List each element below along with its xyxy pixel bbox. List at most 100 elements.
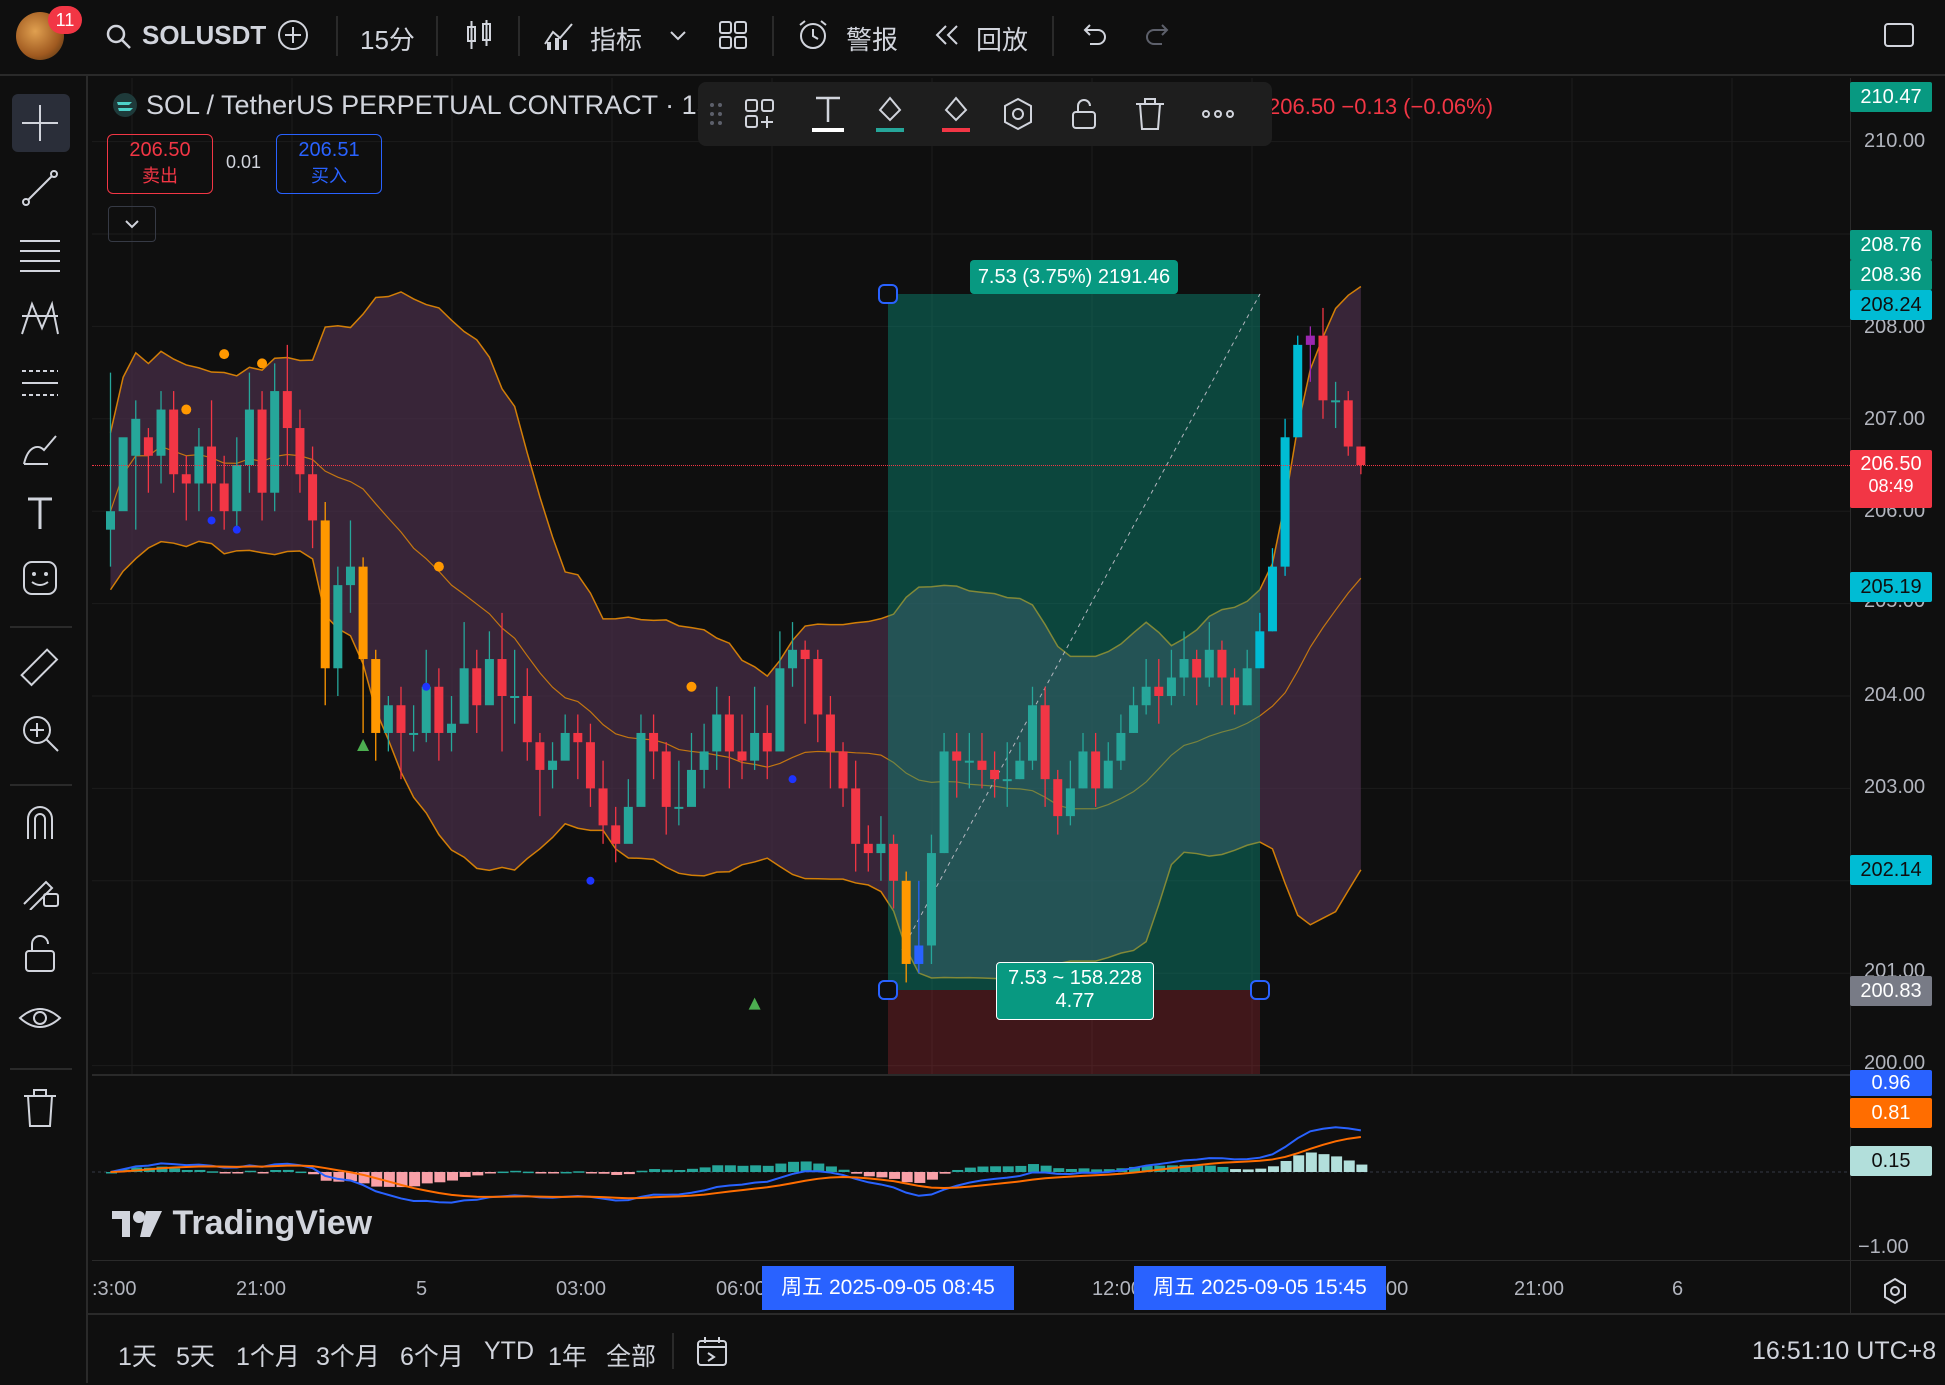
candle-body bbox=[459, 668, 469, 724]
clock[interactable]: 16:51:10 UTC+8 bbox=[1752, 1337, 1936, 1366]
prediction-tool-icon[interactable] bbox=[18, 361, 62, 405]
range-button[interactable]: 1年 bbox=[548, 1337, 587, 1373]
lock-icon[interactable] bbox=[1066, 96, 1102, 132]
candle-body bbox=[308, 474, 318, 521]
macd-histogram-bar bbox=[548, 1172, 560, 1174]
eye-icon[interactable] bbox=[18, 996, 62, 1040]
unlock-icon[interactable] bbox=[18, 931, 62, 975]
trend-line-icon[interactable] bbox=[18, 166, 62, 210]
macd-histogram-bar bbox=[484, 1172, 496, 1174]
search-icon[interactable] bbox=[104, 22, 134, 52]
undo-icon[interactable] bbox=[1076, 18, 1110, 52]
redo-icon[interactable] bbox=[1142, 18, 1176, 52]
trash-icon[interactable] bbox=[18, 1086, 62, 1130]
candle-body bbox=[1204, 649, 1214, 678]
price-scale-label: 204.00 bbox=[1864, 684, 1926, 706]
layouts-icon[interactable] bbox=[716, 18, 750, 52]
alarm-clock-icon[interactable] bbox=[796, 18, 830, 52]
macd-histogram-bar bbox=[1331, 1156, 1343, 1172]
range-button[interactable]: 1天 bbox=[118, 1337, 157, 1373]
replay-button[interactable]: 回放 bbox=[976, 20, 1028, 57]
price-change: 206.50 −0.13 (−0.06%) bbox=[1268, 94, 1494, 119]
sell-button[interactable]: 206.50 卖出 bbox=[107, 134, 213, 194]
indicators-icon[interactable] bbox=[542, 18, 576, 52]
templates-icon[interactable] bbox=[742, 96, 778, 132]
candle-body bbox=[623, 806, 633, 844]
pane-separator[interactable] bbox=[92, 1074, 1850, 1076]
interval-button[interactable]: 15分 bbox=[360, 20, 415, 57]
fib-lines-icon[interactable] bbox=[18, 231, 62, 275]
range-button[interactable]: 3个月 bbox=[316, 1337, 380, 1373]
candle-body bbox=[649, 732, 659, 752]
text-tool-icon[interactable] bbox=[18, 491, 62, 535]
candle-body bbox=[535, 742, 545, 770]
candle-body bbox=[522, 696, 532, 743]
macd-histogram-bar bbox=[1230, 1169, 1242, 1172]
candle-type-icon[interactable] bbox=[462, 18, 496, 52]
goto-date-icon[interactable] bbox=[694, 1333, 730, 1369]
macd-histogram-bar bbox=[762, 1165, 774, 1172]
fullscreen-icon[interactable] bbox=[1882, 18, 1916, 52]
ruler-icon[interactable] bbox=[18, 646, 62, 690]
fill-color-loss-icon[interactable] bbox=[936, 92, 976, 136]
candle-body bbox=[1027, 705, 1037, 761]
macd-histogram-bar bbox=[308, 1172, 320, 1175]
candle-body bbox=[788, 649, 798, 669]
macd-histogram-bar bbox=[270, 1169, 282, 1172]
candle-body bbox=[1255, 631, 1265, 669]
emoji-sticker-icon[interactable] bbox=[18, 556, 62, 600]
alert-button[interactable]: 警报 bbox=[846, 20, 898, 57]
macd-histogram-bar bbox=[825, 1166, 837, 1172]
symbol-search-button[interactable]: SOLUSDT bbox=[142, 20, 266, 51]
range-button[interactable]: 全部 bbox=[606, 1337, 656, 1373]
macd-histogram-bar bbox=[876, 1172, 888, 1178]
pattern-icon[interactable] bbox=[18, 296, 62, 340]
indicators-button[interactable]: 指标 bbox=[590, 20, 642, 57]
lock-drawings-icon[interactable] bbox=[18, 866, 62, 910]
add-symbol-icon[interactable] bbox=[276, 18, 310, 52]
candle-body bbox=[1305, 335, 1315, 345]
time-scale-label: 00 bbox=[1386, 1278, 1409, 1300]
chevron-down-icon[interactable] bbox=[664, 18, 692, 52]
macd-histogram-bar bbox=[573, 1171, 585, 1173]
last-price: 206.50 bbox=[1860, 453, 1922, 475]
candle-body bbox=[106, 511, 115, 530]
candle-body bbox=[484, 659, 494, 706]
macd-histogram-bar bbox=[901, 1172, 913, 1183]
drag-handle-icon[interactable] bbox=[708, 100, 724, 128]
delete-icon[interactable] bbox=[1132, 96, 1168, 132]
fill-color-profit-icon[interactable] bbox=[870, 92, 910, 136]
macd-histogram-bar bbox=[1280, 1160, 1292, 1172]
symbol-logo-icon bbox=[113, 93, 137, 117]
magnet-icon[interactable] bbox=[18, 801, 62, 845]
macd-histogram-bar bbox=[1305, 1152, 1317, 1172]
candle-body bbox=[560, 732, 570, 761]
legend-collapse-button[interactable] bbox=[108, 206, 156, 242]
crosshair-icon[interactable] bbox=[18, 101, 62, 145]
brush-icon[interactable] bbox=[18, 426, 62, 470]
zoom-in-icon[interactable] bbox=[18, 711, 62, 755]
macd-histogram-bar bbox=[232, 1172, 244, 1174]
candle-body bbox=[750, 732, 760, 761]
settings-gear-icon[interactable] bbox=[1880, 1276, 1910, 1306]
replay-icon[interactable] bbox=[930, 18, 964, 52]
candle-body bbox=[143, 437, 153, 456]
long-position-tool[interactable] bbox=[878, 284, 1270, 1074]
settings-hexagon-icon[interactable] bbox=[1000, 96, 1036, 132]
spread-value: 0.01 bbox=[226, 152, 262, 172]
range-button[interactable]: 5天 bbox=[176, 1337, 215, 1373]
candle-body bbox=[497, 659, 507, 696]
signal-dot-blue bbox=[232, 525, 241, 534]
macd-histogram-bar bbox=[750, 1165, 762, 1172]
range-button[interactable]: 6个月 bbox=[400, 1337, 464, 1373]
watermark-text: TradingView bbox=[172, 1204, 373, 1242]
more-options-icon[interactable] bbox=[1198, 96, 1238, 132]
range-button[interactable]: YTD bbox=[484, 1337, 534, 1366]
price-tag-208-24: 208.24 bbox=[1850, 290, 1932, 320]
chart-title: SOL / TetherUS PERPETUAL CONTRACT · 15 · bbox=[146, 90, 729, 120]
text-color-icon[interactable] bbox=[808, 92, 848, 136]
range-button[interactable]: 1个月 bbox=[236, 1337, 300, 1373]
price-tag-200-83: 200.83 bbox=[1850, 976, 1932, 1006]
buy-button[interactable]: 206.51 买入 bbox=[276, 134, 382, 194]
candle-body bbox=[156, 409, 166, 456]
